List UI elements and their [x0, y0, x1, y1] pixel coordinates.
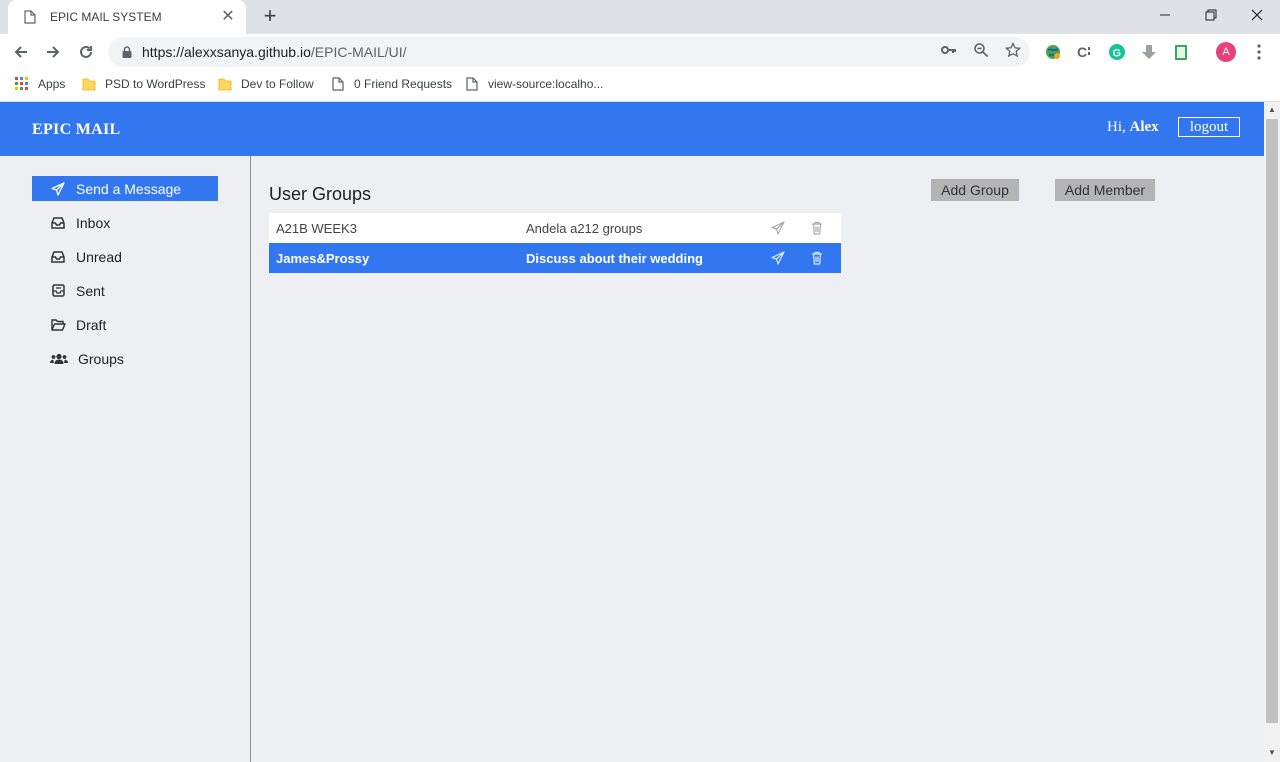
bookmark-friend-requests[interactable]: 0 Friend Requests	[330, 70, 452, 98]
paper-plane-icon	[50, 181, 66, 197]
apps-grid-icon	[14, 76, 30, 92]
group-name: A21B WEEK3	[276, 221, 357, 236]
profile-initial: A	[1222, 46, 1230, 58]
star-icon[interactable]	[1004, 41, 1022, 59]
grammarly-icon[interactable]: G	[1107, 42, 1127, 62]
envelope-open-icon	[50, 283, 66, 299]
group-description: Andela a212 groups	[526, 221, 643, 236]
key-icon[interactable]	[940, 41, 958, 59]
folder-open-icon	[50, 317, 66, 333]
bookmark-label: 0 Friend Requests	[354, 77, 453, 91]
restore-button[interactable]	[1188, 0, 1234, 30]
bookmark-label: Dev to Follow	[241, 77, 314, 91]
group-description: Discuss about their wedding	[526, 251, 703, 266]
user-name: Alex	[1129, 119, 1159, 135]
users-icon	[50, 351, 68, 367]
page-icon	[464, 76, 480, 92]
browser-tab[interactable]: EPIC MAIL SYSTEM ✕	[8, 0, 246, 34]
folder-icon	[81, 76, 97, 92]
bookmark-label: view-source:localho...	[488, 77, 604, 91]
tab-title: EPIC MAIL SYSTEM	[50, 10, 162, 24]
sidebar-item-label: Unread	[76, 248, 122, 265]
bookmarks-bar: Apps PSD to WordPress Dev to Follow 0 Fr…	[0, 70, 1280, 102]
app-header: EPIC MAIL Hi, Alex logout	[0, 102, 1264, 156]
scroll-down-arrow-icon[interactable]: ▼	[1267, 748, 1277, 758]
close-window-button[interactable]	[1234, 0, 1280, 30]
sidebar-item-groups[interactable]: Groups	[32, 346, 218, 371]
page-scrollbar[interactable]: ▲ ▼	[1264, 102, 1280, 762]
add-group-button[interactable]: Add Group	[931, 179, 1019, 201]
group-row-selected[interactable]: James&Prossy Discuss about their wedding	[269, 243, 841, 273]
inbox-icon	[50, 249, 66, 265]
group-row[interactable]: A21B WEEK3 Andela a212 groups	[269, 213, 841, 243]
page-icon	[330, 76, 346, 92]
logout-button[interactable]: logout	[1178, 117, 1240, 137]
browser-toolbar: https://alexxsanya.github.io/EPIC-MAIL/U…	[0, 34, 1280, 70]
add-member-button[interactable]: Add Member	[1055, 179, 1155, 201]
download-extension-icon[interactable]	[1139, 42, 1159, 62]
trash-icon[interactable]	[809, 250, 825, 266]
greeting-prefix: Hi,	[1107, 119, 1126, 135]
reload-button[interactable]	[72, 38, 100, 66]
sidebar-item-send-message[interactable]: Send a Message	[32, 176, 218, 201]
globe-extension-icon[interactable]	[1043, 42, 1063, 62]
close-tab-icon[interactable]: ✕	[220, 9, 236, 25]
browser-tabstrip: EPIC MAIL SYSTEM ✕ +	[0, 0, 1280, 34]
sidebar-item-sent[interactable]: Sent	[32, 278, 218, 303]
clipboard-extension-icon[interactable]	[1171, 42, 1191, 62]
address-bar[interactable]: https://alexxsanya.github.io/EPIC-MAIL/U…	[108, 37, 1030, 67]
paper-plane-icon[interactable]	[770, 220, 786, 236]
trash-icon[interactable]	[809, 220, 825, 236]
sidebar-item-label: Groups	[78, 350, 124, 367]
page-icon	[22, 9, 38, 25]
bookmark-apps[interactable]: Apps	[14, 70, 65, 98]
group-name: James&Prossy	[276, 251, 370, 266]
sidebar-item-unread[interactable]: Unread	[32, 244, 218, 269]
bookmark-label: PSD to WordPress	[105, 77, 206, 91]
svg-text:G: G	[1113, 48, 1122, 60]
back-button[interactable]	[7, 38, 35, 66]
paper-plane-icon[interactable]	[770, 250, 786, 266]
inbox-icon	[50, 215, 66, 231]
url-text: https://alexxsanya.github.io/EPIC-MAIL/U…	[142, 44, 407, 60]
code-extension-icon[interactable]: C	[1075, 42, 1095, 62]
bookmark-view-source[interactable]: view-source:localho...	[464, 70, 603, 98]
sidebar-item-label: Inbox	[76, 214, 111, 231]
scrollbar-thumb[interactable]	[1266, 119, 1278, 723]
lock-icon	[120, 45, 134, 59]
groups-table: A21B WEEK3 Andela a212 groups James&Pros…	[269, 213, 841, 273]
app-brand[interactable]: EPIC MAIL	[32, 121, 120, 139]
bookmark-psd-to-wordpress[interactable]: PSD to WordPress	[81, 70, 205, 98]
scroll-up-arrow-icon[interactable]: ▲	[1267, 105, 1277, 115]
url-path: /EPIC-MAIL/UI/	[310, 44, 407, 60]
bookmark-label: Apps	[38, 77, 66, 91]
new-tab-button[interactable]: +	[258, 5, 282, 29]
sidebar-item-label: Send a Message	[76, 180, 182, 197]
browser-menu-icon[interactable]	[1249, 42, 1269, 62]
sidebar-item-label: Draft	[76, 316, 107, 333]
sidebar-item-label: Sent	[76, 282, 105, 299]
page-title: User Groups	[269, 184, 372, 204]
folder-icon	[217, 76, 233, 92]
svg-text:C: C	[1077, 44, 1087, 60]
user-greeting: Hi, Alex	[1107, 119, 1159, 136]
sidebar-item-inbox[interactable]: Inbox	[32, 210, 218, 235]
sidebar: Send a Message Inbox Unread Sent Draft G…	[0, 156, 251, 762]
minimize-button[interactable]	[1142, 0, 1188, 30]
sidebar-item-draft[interactable]: Draft	[32, 312, 218, 337]
profile-avatar[interactable]: A	[1216, 42, 1236, 62]
url-domain: https://alexxsanya.github.io	[142, 44, 311, 60]
zoom-icon[interactable]	[972, 41, 990, 59]
forward-button[interactable]	[39, 38, 67, 66]
main-content: User Groups Add Group Add Member A21B WE…	[251, 156, 1264, 762]
page-viewport: EPIC MAIL Hi, Alex logout Send a Message…	[0, 102, 1264, 762]
bookmark-dev-to-follow[interactable]: Dev to Follow	[217, 70, 314, 98]
